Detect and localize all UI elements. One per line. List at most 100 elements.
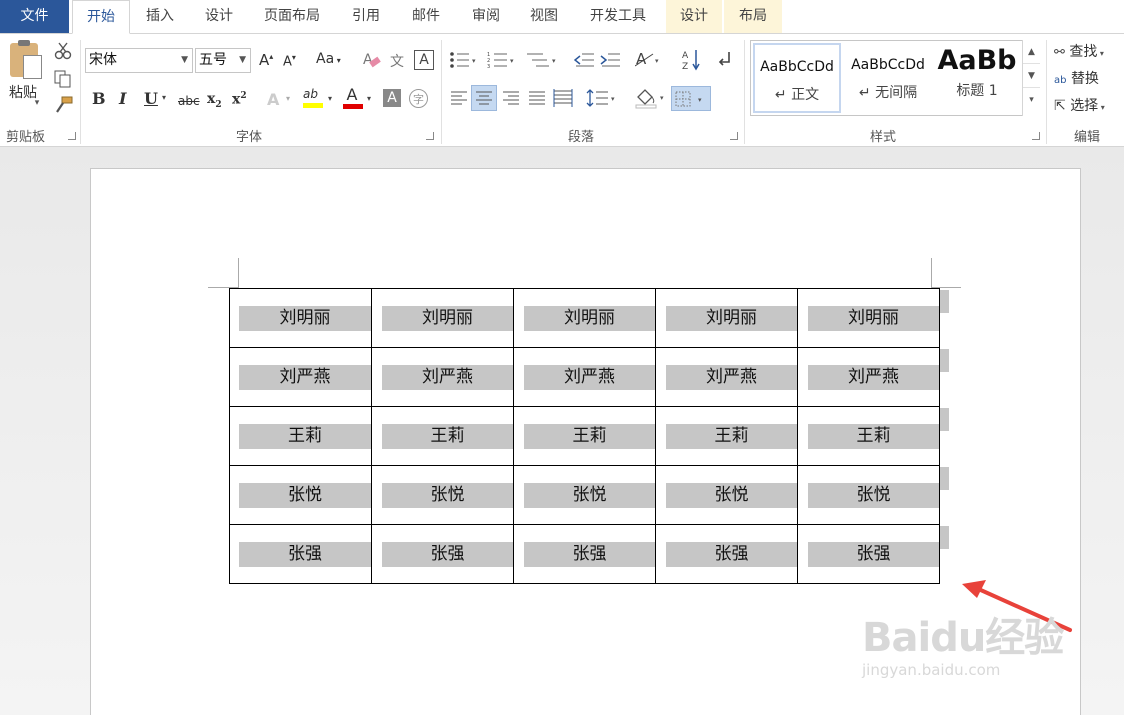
align-center-button[interactable]: [471, 85, 497, 111]
style-normal[interactable]: AaBbCcDd ↵ 正文: [753, 43, 841, 113]
table-cell[interactable]: 刘明丽: [371, 288, 514, 348]
strikethrough-button[interactable]: abc: [178, 94, 200, 108]
table-cell[interactable]: 刘严燕: [371, 347, 514, 407]
cell-text: 张强: [808, 541, 939, 567]
font-name-combo[interactable]: 宋体 ▼: [85, 48, 193, 73]
chevron-down-icon: ▼: [181, 55, 188, 65]
font-color-button[interactable]: A: [343, 85, 363, 109]
underline-dropdown-icon[interactable]: ▾: [162, 93, 166, 102]
highlight-button[interactable]: ab: [303, 87, 323, 108]
font-size-combo[interactable]: 五号 ▼: [195, 48, 251, 73]
tab-mailings[interactable]: 邮件: [398, 0, 454, 33]
table-cell[interactable]: 刘明丽: [797, 288, 940, 348]
paste-dropdown-icon[interactable]: ▾: [32, 98, 42, 108]
change-case-button[interactable]: Aa ▾: [316, 51, 341, 67]
table-cell[interactable]: 张悦: [229, 465, 372, 525]
cell-text: 张悦: [666, 482, 797, 508]
table-cell[interactable]: 张强: [655, 524, 798, 584]
table-cell[interactable]: 王莉: [513, 406, 656, 466]
gallery-down-icon[interactable]: ▼: [1023, 64, 1040, 88]
find-button[interactable]: ⚯ 查找 ▾: [1054, 41, 1104, 61]
table-cell[interactable]: 王莉: [371, 406, 514, 466]
styles-launcher-icon[interactable]: [1032, 132, 1040, 140]
table-cell[interactable]: 张强: [371, 524, 514, 584]
shrink-font-button[interactable]: A▾: [283, 53, 296, 69]
tab-view[interactable]: 视图: [516, 0, 572, 33]
tab-developer[interactable]: 开发工具: [578, 0, 658, 33]
shading-icon[interactable]: ▾: [634, 87, 668, 109]
phonetic-guide-icon[interactable]: 文: [386, 50, 408, 72]
replace-button[interactable]: ab 替换: [1054, 68, 1099, 88]
character-shading-icon[interactable]: A: [383, 89, 401, 107]
tab-table-design[interactable]: 设计: [666, 0, 722, 33]
styles-gallery-scroll: ▲ ▼ ▾: [1022, 40, 1040, 116]
table-cell[interactable]: 王莉: [229, 406, 372, 466]
text-effects-dropdown-icon[interactable]: ▾: [286, 94, 290, 103]
table-cell[interactable]: 王莉: [797, 406, 940, 466]
underline-button[interactable]: U: [144, 89, 158, 108]
table-cell[interactable]: 张悦: [371, 465, 514, 525]
table-cell[interactable]: 刘严燕: [229, 347, 372, 407]
clipboard-launcher-icon[interactable]: [68, 132, 76, 140]
table-cell[interactable]: 张强: [797, 524, 940, 584]
tab-file[interactable]: 文件: [0, 0, 69, 33]
table-cell[interactable]: 张悦: [655, 465, 798, 525]
bold-button[interactable]: B: [92, 89, 106, 108]
justify-icon[interactable]: [528, 90, 546, 106]
table-cell[interactable]: 王莉: [655, 406, 798, 466]
gallery-up-icon[interactable]: ▲: [1023, 40, 1040, 64]
table-cell[interactable]: 张强: [229, 524, 372, 584]
table-cell[interactable]: 张悦: [513, 465, 656, 525]
table-cell[interactable]: 刘明丽: [655, 288, 798, 348]
style-heading-1[interactable]: AaBb 标题 1: [933, 43, 1021, 113]
tab-page-layout[interactable]: 页面布局: [254, 0, 330, 33]
italic-button[interactable]: I: [119, 89, 126, 108]
cell-text: 刘严燕: [239, 364, 371, 390]
borders-button[interactable]: ▾: [671, 86, 711, 111]
highlight-dropdown-icon[interactable]: ▾: [328, 94, 332, 103]
style-no-spacing[interactable]: AaBbCcDd ↵ 无间隔: [844, 43, 932, 113]
format-painter-icon[interactable]: [54, 96, 74, 114]
font-launcher-icon[interactable]: [426, 132, 434, 140]
line-spacing-icon[interactable]: ▾: [586, 88, 618, 108]
enclose-characters-icon[interactable]: 字: [409, 89, 428, 108]
distributed-icon[interactable]: [553, 88, 573, 108]
document-table[interactable]: 刘明丽 刘明丽 刘明丽 刘明丽 刘明丽 刘严燕 刘严燕 刘严燕 刘严燕 刘严燕 王莉 王莉 王莉 王莉 王莉…: [229, 288, 940, 584]
chinese-layout-icon[interactable]: A ▾: [635, 50, 663, 70]
font-color-dropdown-icon[interactable]: ▾: [367, 94, 371, 103]
increase-indent-icon[interactable]: [600, 51, 622, 69]
superscript-button[interactable]: x2: [232, 91, 247, 108]
table-cell[interactable]: 刘严燕: [797, 347, 940, 407]
tab-home[interactable]: 开始: [72, 0, 130, 34]
align-left-icon[interactable]: [450, 90, 468, 106]
bullets-icon[interactable]: ▾: [449, 51, 479, 69]
tab-insert[interactable]: 插入: [134, 0, 186, 33]
tab-table-layout[interactable]: 布局: [724, 0, 782, 33]
table-cell[interactable]: 张强: [513, 524, 656, 584]
copy-icon[interactable]: [54, 70, 72, 88]
tab-review[interactable]: 审阅: [458, 0, 514, 33]
svg-text:▾: ▾: [472, 57, 476, 65]
tab-design[interactable]: 设计: [192, 0, 246, 33]
grow-font-button[interactable]: A▴: [259, 51, 273, 69]
decrease-indent-icon[interactable]: [574, 51, 596, 69]
text-effects-button[interactable]: A: [267, 90, 279, 109]
paragraph-launcher-icon[interactable]: [730, 132, 738, 140]
gallery-more-icon[interactable]: ▾: [1023, 88, 1040, 112]
tab-references[interactable]: 引用: [338, 0, 394, 33]
subscript-button[interactable]: x2: [207, 91, 222, 110]
multilevel-list-icon[interactable]: ▾: [525, 51, 559, 69]
table-cell[interactable]: 张悦: [797, 465, 940, 525]
clear-formatting-icon[interactable]: A: [362, 50, 382, 70]
table-cell[interactable]: 刘严燕: [655, 347, 798, 407]
table-cell[interactable]: 刘严燕: [513, 347, 656, 407]
character-border-icon[interactable]: A: [414, 50, 434, 70]
cut-icon[interactable]: [54, 42, 72, 60]
select-button[interactable]: ⇱ 选择 ▾: [1054, 95, 1105, 115]
table-cell[interactable]: 刘明丽: [513, 288, 656, 348]
numbering-icon[interactable]: 123 ▾: [487, 51, 517, 69]
sort-icon[interactable]: A Z: [681, 48, 703, 72]
show-formatting-marks-icon[interactable]: [717, 50, 737, 68]
table-cell[interactable]: 刘明丽: [229, 288, 372, 348]
align-right-icon[interactable]: [502, 90, 520, 106]
